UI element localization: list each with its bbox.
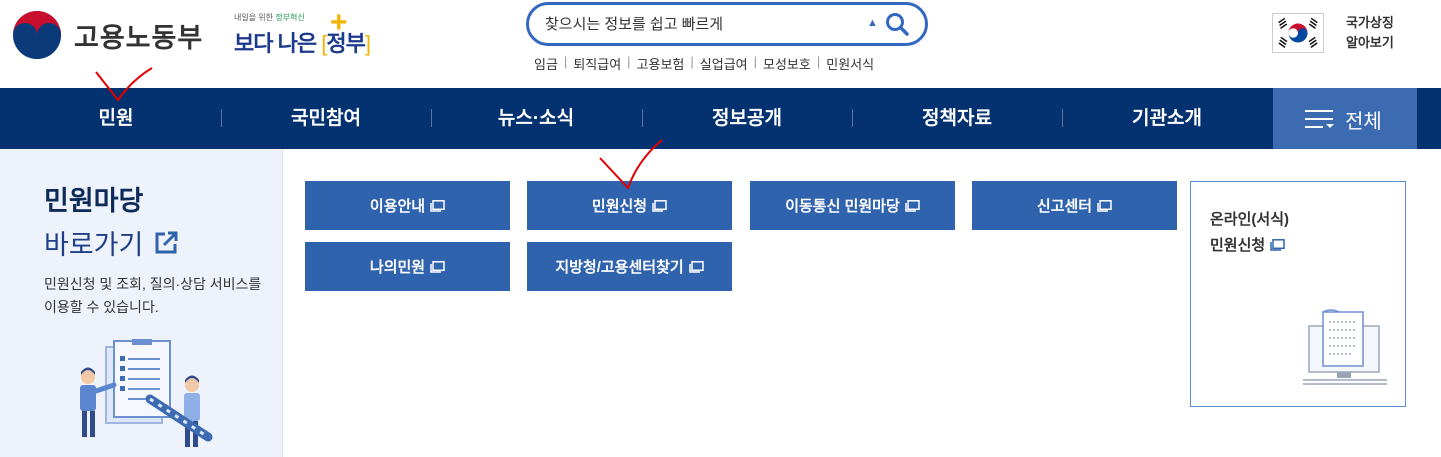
- find-office-button[interactable]: 지방청/고용센터찾기: [527, 242, 732, 291]
- slogan-small-green: 정부혁신: [275, 13, 305, 22]
- online-forms-card[interactable]: 온라인(서식) 민원신청: [1190, 181, 1406, 407]
- slogan-bracket-right: ]: [364, 31, 371, 56]
- quick-link-unemployment[interactable]: 실업급여: [700, 54, 748, 73]
- separator: |: [690, 54, 694, 69]
- symbol-line2: 알아보기: [1346, 35, 1394, 50]
- shortcut-link[interactable]: 바로가기: [44, 223, 179, 262]
- new-window-icon: [1097, 199, 1112, 212]
- civil-application-button[interactable]: 민원신청: [527, 181, 732, 230]
- card-title-line1: 온라인(서식): [1210, 211, 1289, 228]
- search-input[interactable]: [545, 12, 865, 36]
- quick-link-retirement[interactable]: 퇴직급여: [573, 54, 621, 73]
- quick-links: 임금 | 퇴직급여 | 고용보험 | 실업급여 | 모성보호 | 민원서식: [534, 54, 874, 73]
- plus-icon: +: [330, 6, 348, 39]
- new-window-icon: [905, 199, 920, 212]
- panel-title: 민원마당: [44, 186, 144, 216]
- slogan-small-pre: 내일을 위한: [234, 13, 276, 22]
- nav-item-civil[interactable]: 민원: [11, 88, 221, 149]
- quick-link-maternity[interactable]: 모성보호: [763, 54, 811, 73]
- new-window-icon: [430, 260, 445, 273]
- all-menu-label: 전체: [1345, 111, 1382, 133]
- government-slogan[interactable]: 내일을 위한 정부혁신 보다 나은 [정부] +: [234, 6, 371, 62]
- slogan-main: 보다 나은 [정부]: [234, 26, 371, 58]
- button-label: 지방청/고용센터찾기: [555, 259, 684, 276]
- new-window-icon: [430, 199, 445, 212]
- separator: |: [816, 54, 821, 69]
- button-label: 나의민원: [369, 259, 426, 276]
- nav-item-news[interactable]: 뉴스·소식: [431, 88, 641, 149]
- my-civil-button[interactable]: 나의민원: [305, 242, 510, 291]
- button-label: 신고센터: [1036, 198, 1093, 215]
- separator: |: [753, 54, 758, 69]
- nav-item-about[interactable]: 기관소개: [1062, 88, 1272, 149]
- separator: |: [627, 54, 631, 69]
- korean-flag-icon: [1272, 13, 1324, 53]
- mobile-civil-plaza-button[interactable]: 이동통신 민원마당: [750, 181, 955, 230]
- civil-service-illustration: [80, 339, 213, 447]
- all-menu-button[interactable]: 전체: [1273, 88, 1417, 149]
- main-nav: 민원 국민참여 뉴스·소식 정보공개 정책자료 기관소개 전체: [0, 88, 1441, 149]
- panel-description: 민원신청 및 조회, 질의·상담 서비스를 이용할 수 있습니다.: [44, 276, 262, 315]
- nav-item-participation[interactable]: 국민참여: [221, 88, 431, 149]
- nav-item-policy[interactable]: 정책자료: [852, 88, 1062, 149]
- taegeuk-logo-icon: [13, 11, 61, 59]
- search-icon[interactable]: [884, 11, 910, 37]
- national-symbol-link[interactable]: 국가상징 알아보기: [1272, 13, 1394, 53]
- card-title-text: 민원신청: [1210, 237, 1266, 254]
- separator: |: [563, 54, 568, 69]
- shortcut-label: 바로가기: [44, 230, 144, 260]
- button-label: 민원신청: [591, 198, 648, 215]
- ministry-logo[interactable]: 고용노동부: [12, 10, 203, 60]
- quick-link-forms[interactable]: 민원서식: [826, 54, 874, 73]
- caret-up-icon[interactable]: ▲: [867, 17, 878, 29]
- symbol-text: 국가상징 알아보기: [1346, 13, 1394, 53]
- guide-button[interactable]: 이용안내: [305, 181, 510, 230]
- button-label: 이동통신 민원마당: [785, 198, 900, 215]
- quick-link-wage[interactable]: 임금: [534, 54, 558, 73]
- card-title-line2: 민원신청: [1210, 234, 1285, 255]
- ministry-name: 고용노동부: [74, 22, 204, 53]
- search-box: ▲: [526, 2, 928, 46]
- panel-divider: [282, 149, 283, 457]
- symbol-line1: 국가상징: [1346, 15, 1394, 30]
- nav-item-info-disclosure[interactable]: 정보공개: [642, 88, 852, 149]
- civil-plaza-panel: 민원마당 바로가기 민원신청 및 조회, 질의·상담 서비스를 이용할 수 있습…: [0, 149, 282, 457]
- button-label: 이용안내: [369, 198, 426, 215]
- quick-link-employment-insurance[interactable]: 고용보험: [637, 54, 685, 73]
- report-center-button[interactable]: 신고센터: [972, 181, 1177, 230]
- hamburger-menu-icon: [1305, 110, 1334, 128]
- slogan-small-text: 내일을 위한 정부혁신: [234, 12, 305, 23]
- new-window-icon: [688, 260, 704, 273]
- site-header: 고용노동부 내일을 위한 정부혁신 보다 나은 [정부] + ▲ 임금 | 퇴직급…: [0, 0, 1441, 88]
- new-window-icon: [1270, 238, 1285, 251]
- external-link-icon: [155, 231, 178, 253]
- online-form-illustration: [1303, 309, 1387, 385]
- new-window-icon: [652, 199, 667, 212]
- slogan-main-text: 보다 나은: [234, 31, 317, 56]
